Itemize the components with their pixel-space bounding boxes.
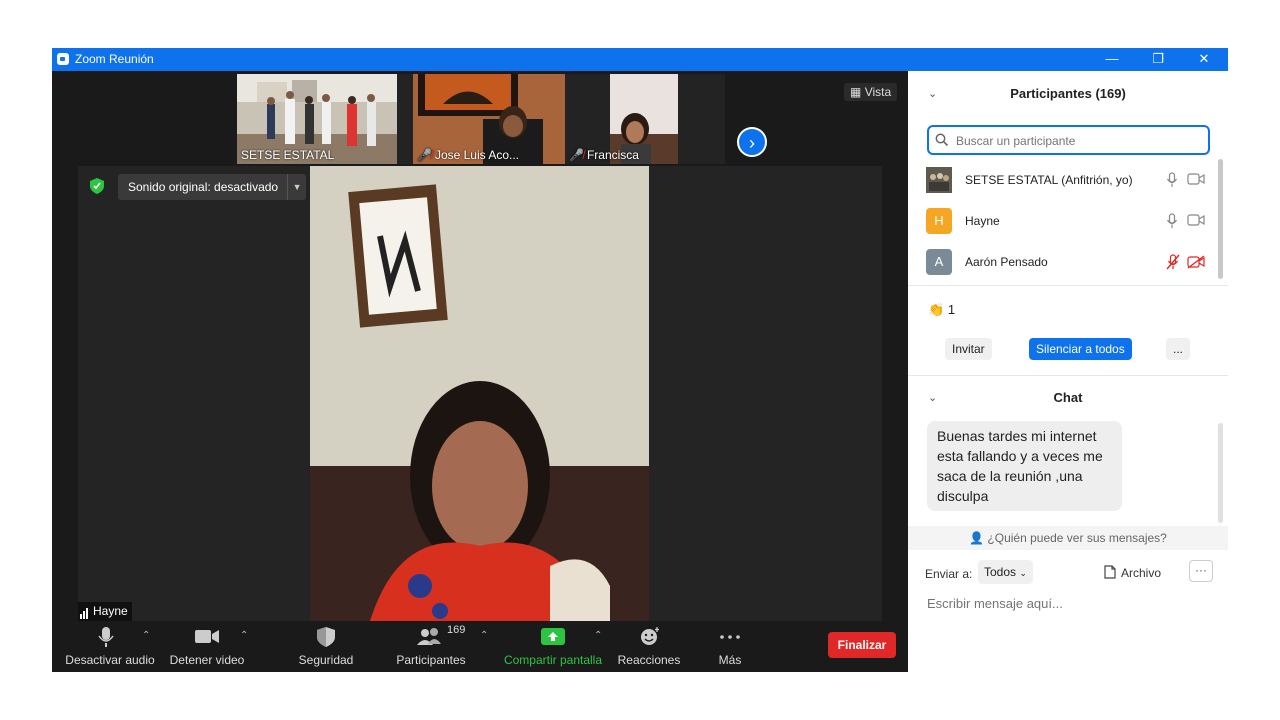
side-panel: ⌄ Participantes (169) Buscar un particip… [908, 71, 1228, 672]
audio-options-caret[interactable]: ⌃ [142, 630, 150, 641]
chat-more-button[interactable]: ··· [1189, 560, 1213, 582]
more-options-button[interactable]: ... [1166, 338, 1191, 360]
video-camera-icon[interactable] [1187, 173, 1205, 185]
chevron-down-icon: ⌄ [1019, 568, 1027, 578]
chevron-down-icon[interactable]: ▼ [287, 174, 306, 200]
chat-scrollbar[interactable] [1218, 423, 1223, 523]
connection-signal-icon [80, 605, 89, 619]
microphone-icon[interactable] [1166, 172, 1178, 188]
participants-header: ⌄ Participantes (169) [928, 86, 1126, 101]
title-bar: Zoom Reunión — ❐ ✕ [52, 48, 1228, 71]
participants-options-caret[interactable]: ⌃ [480, 630, 488, 641]
avatar: A [926, 249, 952, 275]
message-visibility-link[interactable]: 👤 ¿Quién puede ver sus mensajes? [908, 526, 1228, 550]
meeting-toolbar: Desactivar audio ⌃ Detener video ⌃ Segur… [52, 622, 908, 672]
muted-mic-icon: 🎤̸ [417, 148, 432, 162]
next-page-button[interactable]: › [737, 127, 767, 157]
share-screen-icon [541, 628, 565, 645]
share-options-caret[interactable]: ⌃ [594, 630, 602, 641]
group-avatar-image [926, 167, 952, 193]
thumbnail-name: 🎤̸ Francisca [569, 148, 639, 162]
muted-mic-icon: 🎤̸ [569, 148, 584, 162]
chat-header: ⌄ Chat [928, 390, 1083, 405]
participant-search[interactable] [927, 125, 1210, 155]
zoom-window: Zoom Reunión — ❐ ✕ SETSE ESTATAL 🎤̸ Jose… [52, 48, 1228, 672]
active-speaker-video [310, 166, 649, 621]
window-title: Zoom Reunión [75, 52, 154, 66]
participants-scrollbar[interactable] [1218, 159, 1223, 279]
stop-video-button[interactable]: Detener video [162, 622, 252, 672]
minimize-button[interactable]: — [1089, 48, 1135, 71]
raised-reactions: 👏 1 [928, 302, 956, 317]
chevron-right-icon: › [749, 133, 755, 153]
search-input[interactable] [954, 130, 1198, 152]
chat-message-input[interactable] [925, 591, 1219, 615]
grid-icon: ▦ [850, 85, 862, 99]
video-area: SETSE ESTATAL 🎤̸ Jose Luis Aco... 🎤̸ Fra… [52, 71, 908, 672]
search-icon [935, 133, 949, 147]
security-button[interactable]: Seguridad [286, 622, 366, 672]
participant-list: SETSE ESTATAL (Anfitrión, yo) H Hayne A … [908, 161, 1228, 286]
file-icon [1104, 565, 1116, 579]
participant-row[interactable]: SETSE ESTATAL (Anfitrión, yo) [908, 161, 1218, 202]
thumbnail-name: SETSE ESTATAL [241, 148, 335, 162]
participant-row[interactable]: A Aarón Pensado [908, 243, 1218, 284]
speaker-name-tag: Hayne [78, 602, 132, 621]
thumbnail-name: 🎤̸ Jose Luis Aco... [417, 148, 519, 162]
clapping-hands-icon: 👏 [928, 302, 945, 317]
speaker-video-image [310, 166, 649, 621]
more-dots-icon [720, 635, 740, 639]
share-screen-button[interactable]: Compartir pantalla [498, 622, 608, 672]
chat-message: Buenas tardes mi internet esta fallando … [927, 421, 1122, 511]
video-options-caret[interactable]: ⌃ [240, 630, 248, 641]
smiley-face-icon [641, 627, 659, 645]
invite-button[interactable]: Invitar [945, 338, 992, 360]
thumbnail-francisca[interactable]: 🎤̸ Francisca [565, 74, 725, 164]
zoom-logo-icon [57, 53, 69, 65]
thumbnail-setse[interactable]: SETSE ESTATAL [237, 74, 397, 164]
thumbnail-jose-luis[interactable]: 🎤̸ Jose Luis Aco... [413, 74, 573, 164]
view-button[interactable]: ▦ Vista [844, 83, 898, 101]
encryption-shield-icon [90, 178, 104, 194]
avatar [926, 167, 952, 193]
participant-row[interactable]: H Hayne [908, 202, 1218, 243]
divider [908, 285, 1228, 286]
participants-button[interactable]: 169 Participantes [386, 622, 476, 672]
close-button[interactable]: ✕ [1181, 48, 1227, 71]
microphone-icon[interactable] [1166, 213, 1178, 229]
end-meeting-button[interactable]: Finalizar [828, 632, 896, 658]
participants-count: 169 [447, 624, 466, 636]
original-sound-toggle[interactable]: Sonido original: desactivado ▼ [118, 174, 307, 200]
send-to-label: Enviar a: [925, 567, 973, 581]
video-camera-icon [195, 630, 219, 643]
main-stage: Sonido original: desactivado ▼ Hayne [78, 166, 882, 621]
video-camera-icon[interactable] [1187, 214, 1205, 226]
muted-microphone-icon[interactable] [1166, 254, 1180, 270]
video-off-icon[interactable] [1187, 255, 1205, 269]
recipient-dropdown[interactable]: Todos ⌄ [978, 560, 1033, 584]
shield-icon [317, 627, 335, 647]
person-lock-icon: 👤 [969, 531, 985, 545]
reactions-button[interactable]: Reacciones [614, 622, 684, 672]
mute-all-button[interactable]: Silenciar a todos [1029, 338, 1132, 360]
file-button[interactable]: Archivo [1104, 565, 1161, 580]
restore-button[interactable]: ❐ [1135, 48, 1181, 71]
avatar: H [926, 208, 952, 234]
thumbnail-strip: SETSE ESTATAL 🎤̸ Jose Luis Aco... 🎤̸ Fra… [237, 74, 725, 164]
more-button[interactable]: Más [705, 622, 755, 672]
